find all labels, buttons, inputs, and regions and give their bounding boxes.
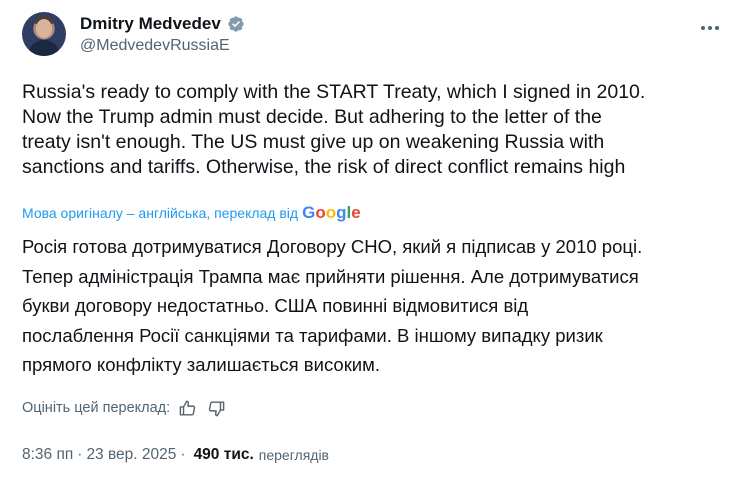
tweet-time[interactable]: 8:36 пп [22,446,73,464]
translated-text-line: прямого конфлікту залишається високим. [22,354,380,376]
translated-text-line: Тепер адміністрація Трампа має прийняти … [22,265,639,287]
tweet-meta: 8:36 пп · 23 вер. 2025 · 490 тис. перегл… [22,444,329,466]
name-row: Dmitry Medvedev [80,14,245,34]
author-handle[interactable]: @MedvedevRussiaE [80,37,230,55]
verified-badge-icon [228,16,244,32]
translated-text-line: Росія готова дотримуватися Договору СНО,… [22,236,643,257]
thumbs-down-icon[interactable] [207,399,226,418]
tweet-header: Dmitry Medvedev @MedvedevRussiaE [22,12,722,60]
meta-separator: · [77,446,83,463]
translated-text-line: послаблення Росії санкціями та тарифами.… [22,324,603,346]
rate-translation-row: Оцініть цей переклад: [22,397,226,419]
tweet-text-line: Now the Trump admin must decide. But adh… [22,106,602,128]
tweet-text-line: treaty isn't enough. The US must give up… [22,131,605,153]
views-label: переглядів [258,447,329,463]
tweet-text-line: Russia's ready to comply with the START … [22,81,646,103]
tweet-text: Russia's ready to comply with the START … [22,80,722,180]
thumbs-up-icon[interactable] [178,399,197,418]
meta-separator: · [180,446,186,463]
avatar[interactable] [22,12,66,56]
tweet-text-line: sanctions and tariffs. Otherwise, the ri… [22,156,626,178]
views-count: 490 тис. [193,446,254,463]
translation-attribution-text[interactable]: Мова оригіналу – англійська, переклад ві… [22,205,298,221]
google-logo: Google [302,203,361,222]
more-options-icon[interactable] [698,18,722,38]
tweet-date[interactable]: 23 вер. 2025 [86,446,176,464]
translated-text-line: букви договору недостатньо. США повинні … [22,295,529,317]
translation-attribution[interactable]: Мова оригіналу – англійська, переклад ві… [22,203,361,223]
author-display-name[interactable]: Dmitry Medvedev [80,14,221,34]
translated-text: Росія готова дотримуватися Договору СНО,… [22,232,722,380]
rate-translation-label: Оцініть цей переклад: [22,400,171,416]
